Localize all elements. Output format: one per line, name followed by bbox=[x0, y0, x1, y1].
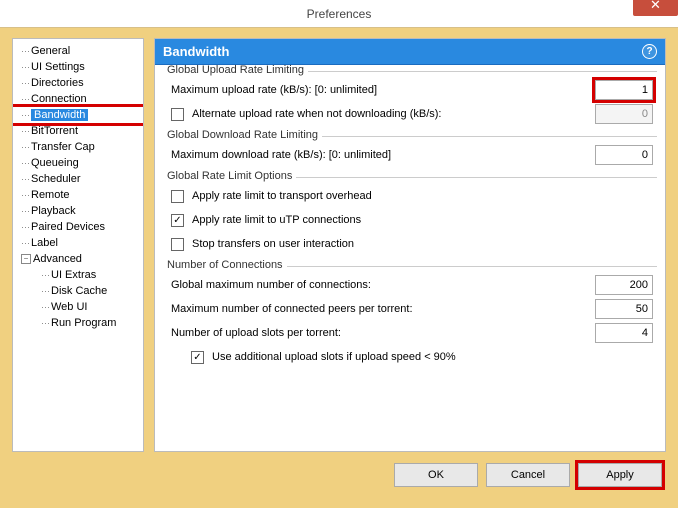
max-download-label: Maximum download rate (kB/s): [0: unlimi… bbox=[171, 149, 591, 161]
tree-dots-icon: ⋯ bbox=[41, 286, 49, 297]
slots-input[interactable] bbox=[595, 323, 653, 343]
tree-item-ui-settings[interactable]: ⋯UI Settings bbox=[13, 59, 143, 75]
tree-dots-icon: ⋯ bbox=[21, 158, 29, 169]
tree-item-scheduler[interactable]: ⋯Scheduler bbox=[13, 171, 143, 187]
title-bar: Preferences ✕ bbox=[0, 0, 678, 28]
alt-upload-input bbox=[595, 104, 653, 124]
tree-item-bittorrent[interactable]: ⋯BitTorrent bbox=[13, 123, 143, 139]
limit-utp-checkbox[interactable]: ✓ bbox=[171, 214, 184, 227]
apply-button[interactable]: Apply bbox=[578, 463, 662, 487]
group-upload: Global Upload Rate Limiting Maximum uplo… bbox=[163, 71, 657, 130]
tree-item-bandwidth[interactable]: ⋯Bandwidth bbox=[13, 107, 143, 123]
global-conn-input[interactable] bbox=[595, 275, 653, 295]
help-icon[interactable]: ? bbox=[642, 44, 657, 59]
alt-upload-label: Alternate upload rate when not downloadi… bbox=[192, 108, 591, 120]
tree-dots-icon: ⋯ bbox=[21, 206, 29, 217]
limit-overhead-label: Apply rate limit to transport overhead bbox=[192, 190, 653, 202]
group-connections: Number of Connections Global maximum num… bbox=[163, 266, 657, 373]
tree-dots-icon: ⋯ bbox=[41, 302, 49, 313]
tree-dots-icon: ⋯ bbox=[21, 110, 29, 121]
tree-dots-icon: ⋯ bbox=[41, 270, 49, 281]
tree-collapse-icon[interactable]: − bbox=[21, 254, 31, 264]
stop-on-interaction-checkbox[interactable] bbox=[171, 238, 184, 251]
tree-dots-icon: ⋯ bbox=[41, 318, 49, 329]
tree-item-ui-extras[interactable]: ⋯UI Extras bbox=[13, 267, 143, 283]
tree-dots-icon: ⋯ bbox=[21, 78, 29, 89]
category-tree[interactable]: ⋯General ⋯UI Settings ⋯Directories ⋯Conn… bbox=[12, 38, 144, 452]
tree-dots-icon: ⋯ bbox=[21, 174, 29, 185]
panel-header: Bandwidth ? bbox=[155, 39, 665, 65]
group-download: Global Download Rate Limiting Maximum do… bbox=[163, 136, 657, 171]
tree-item-label[interactable]: ⋯Label bbox=[13, 235, 143, 251]
extra-slots-checkbox[interactable]: ✓ bbox=[191, 351, 204, 364]
max-upload-label: Maximum upload rate (kB/s): [0: unlimite… bbox=[171, 84, 591, 96]
group-title-download: Global Download Rate Limiting bbox=[163, 129, 322, 141]
group-limits: Global Rate Limit Options Apply rate lim… bbox=[163, 177, 657, 260]
tree-item-playback[interactable]: ⋯Playback bbox=[13, 203, 143, 219]
stop-on-interaction-label: Stop transfers on user interaction bbox=[192, 238, 653, 250]
global-conn-label: Global maximum number of connections: bbox=[171, 279, 591, 291]
tree-item-general[interactable]: ⋯General bbox=[13, 43, 143, 59]
tree-item-transfer-cap[interactable]: ⋯Transfer Cap bbox=[13, 139, 143, 155]
limit-utp-label: Apply rate limit to uTP connections bbox=[192, 214, 653, 226]
tree-item-directories[interactable]: ⋯Directories bbox=[13, 75, 143, 91]
tree-dots-icon: ⋯ bbox=[21, 238, 29, 249]
tree-dots-icon: ⋯ bbox=[21, 190, 29, 201]
slots-label: Number of upload slots per torrent: bbox=[171, 327, 591, 339]
group-title-connections: Number of Connections bbox=[163, 259, 287, 271]
close-icon: ✕ bbox=[650, 0, 661, 13]
max-upload-input[interactable] bbox=[595, 80, 653, 100]
tree-item-remote[interactable]: ⋯Remote bbox=[13, 187, 143, 203]
settings-panel: Bandwidth ? Global Upload Rate Limiting … bbox=[154, 38, 666, 452]
max-download-input[interactable] bbox=[595, 145, 653, 165]
dialog-footer: OK Cancel Apply bbox=[0, 460, 678, 498]
tree-dots-icon: ⋯ bbox=[21, 94, 29, 105]
ok-button[interactable]: OK bbox=[394, 463, 478, 487]
alt-upload-checkbox[interactable] bbox=[171, 108, 184, 121]
close-button[interactable]: ✕ bbox=[633, 0, 678, 16]
tree-item-connection[interactable]: ⋯Connection bbox=[13, 91, 143, 107]
tree-item-run-program[interactable]: ⋯Run Program bbox=[13, 315, 143, 331]
tree-item-web-ui[interactable]: ⋯Web UI bbox=[13, 299, 143, 315]
peers-input[interactable] bbox=[595, 299, 653, 319]
tree-dots-icon: ⋯ bbox=[21, 46, 29, 57]
extra-slots-label: Use additional upload slots if upload sp… bbox=[212, 351, 653, 363]
panel-title: Bandwidth bbox=[163, 44, 229, 59]
tree-dots-icon: ⋯ bbox=[21, 222, 29, 233]
tree-item-queueing[interactable]: ⋯Queueing bbox=[13, 155, 143, 171]
tree-item-paired-devices[interactable]: ⋯Paired Devices bbox=[13, 219, 143, 235]
peers-label: Maximum number of connected peers per to… bbox=[171, 303, 591, 315]
tree-item-disk-cache[interactable]: ⋯Disk Cache bbox=[13, 283, 143, 299]
group-title-limits: Global Rate Limit Options bbox=[163, 170, 296, 182]
tree-dots-icon: ⋯ bbox=[21, 62, 29, 73]
tree-dots-icon: ⋯ bbox=[21, 142, 29, 153]
tree-dots-icon: ⋯ bbox=[21, 126, 29, 137]
limit-overhead-checkbox[interactable] bbox=[171, 190, 184, 203]
group-title-upload: Global Upload Rate Limiting bbox=[163, 65, 308, 76]
window-title: Preferences bbox=[0, 7, 678, 21]
cancel-button[interactable]: Cancel bbox=[486, 463, 570, 487]
tree-item-advanced[interactable]: −Advanced bbox=[13, 251, 143, 267]
